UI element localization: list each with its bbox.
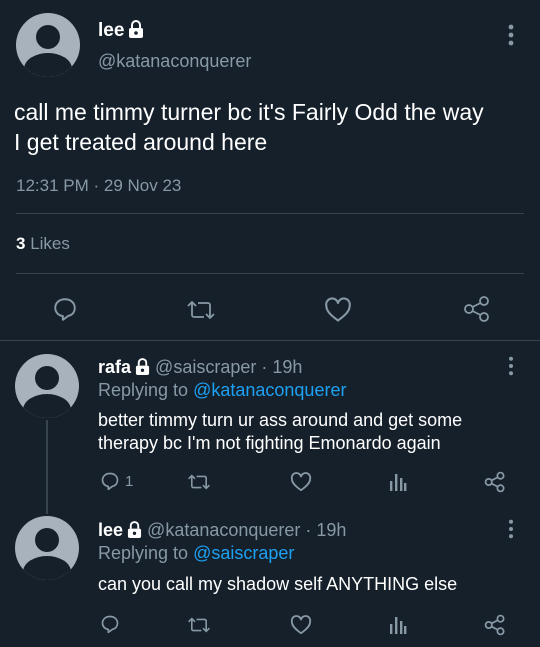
reply-handle-time: @saiscraper · 19h — [155, 357, 303, 377]
replying-to: Replying to @saiscraper — [98, 543, 294, 564]
reply-text-line: better timmy turn ur ass around and get … — [98, 410, 463, 430]
reply-author-name: rafa — [98, 357, 132, 377]
replying-to-label: Replying to — [98, 380, 189, 400]
likes-label: Likes — [30, 234, 70, 253]
retweet-icon[interactable] — [187, 615, 211, 635]
tweet-text: call me timmy turner bc it's Fairly Odd … — [14, 97, 484, 157]
avatar[interactable] — [15, 516, 79, 580]
reply-icon[interactable]: 1 — [100, 471, 133, 491]
author-handle[interactable]: @katanaconquerer — [98, 51, 251, 72]
avatar[interactable] — [16, 13, 80, 77]
tweet-timestamp[interactable]: 12:31 PM · 29 Nov 23 — [16, 176, 181, 196]
tweet-text-line: I get treated around here — [14, 129, 268, 155]
analytics-icon[interactable] — [389, 615, 407, 635]
reply-text-line: can you call my shadow self ANYTHING els… — [98, 574, 458, 594]
likes-count: 3 — [16, 234, 26, 253]
avatar[interactable] — [15, 354, 79, 418]
replying-to: Replying to @katanaconquerer — [98, 380, 346, 401]
tweet-text-line: call me timmy turner bc it's Fairly Odd … — [14, 99, 484, 125]
reply-icon[interactable] — [100, 614, 120, 634]
lock-icon — [135, 358, 150, 380]
share-icon[interactable] — [462, 295, 492, 323]
more-options-icon[interactable] — [508, 519, 514, 539]
retweet-icon[interactable] — [187, 472, 211, 492]
reply-handle-time: @katanaconquerer · 19h — [147, 520, 347, 540]
more-options-icon[interactable] — [508, 356, 514, 376]
divider — [0, 340, 540, 341]
more-options-icon[interactable] — [508, 24, 514, 46]
replying-to-handle[interactable]: @katanaconquerer — [193, 380, 346, 400]
analytics-icon[interactable] — [389, 472, 407, 492]
like-icon[interactable] — [324, 297, 352, 323]
retweet-icon[interactable] — [186, 298, 216, 322]
share-icon[interactable] — [483, 471, 507, 493]
author-display-name[interactable]: lee — [98, 20, 144, 44]
divider — [16, 213, 524, 214]
reply-header[interactable]: rafa @saiscraper · 19h — [98, 357, 302, 380]
reply-text-line: therapy bc I'm not fighting Emonardo aga… — [98, 433, 441, 453]
divider — [16, 273, 524, 274]
replying-to-handle[interactable]: @saiscraper — [193, 543, 294, 563]
like-icon[interactable] — [290, 615, 312, 635]
reply-text: can you call my shadow self ANYTHING els… — [98, 573, 457, 596]
reply-author-name: lee — [98, 520, 124, 540]
thread-line — [46, 420, 48, 514]
like-icon[interactable] — [290, 472, 312, 492]
reply-text: better timmy turn ur ass around and get … — [98, 409, 462, 455]
lock-icon — [128, 20, 144, 44]
reply-header[interactable]: lee @katanaconquerer · 19h — [98, 520, 346, 543]
likes-stat[interactable]: 3 Likes — [16, 234, 70, 254]
reply-count: 1 — [125, 472, 134, 490]
author-name-text: lee — [98, 20, 125, 41]
reply-icon[interactable] — [52, 296, 78, 322]
replying-to-label: Replying to — [98, 543, 189, 563]
share-icon[interactable] — [483, 614, 507, 636]
lock-icon — [127, 521, 142, 543]
